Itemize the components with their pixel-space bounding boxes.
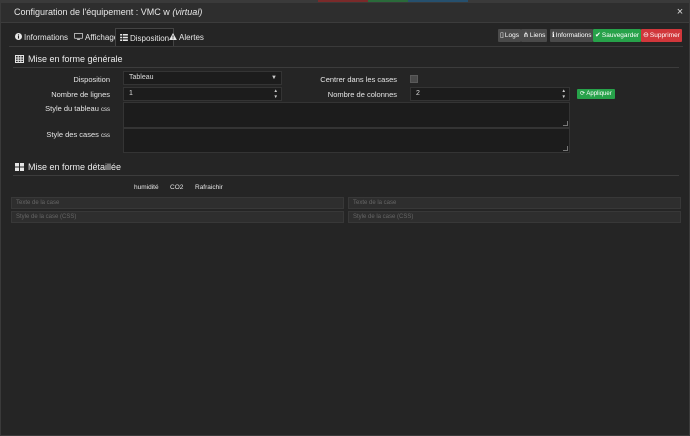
column-header-humidite: humidité bbox=[134, 184, 159, 191]
rows-input[interactable]: 1 ▲ ▼ bbox=[123, 87, 282, 101]
dialog-title: Configuration de l'équipement : VMC w (v… bbox=[14, 7, 203, 17]
close-icon[interactable]: × bbox=[674, 6, 686, 18]
center-cells-checkbox[interactable] bbox=[410, 75, 418, 83]
cols-label: Nombre de colonnes bbox=[327, 90, 397, 99]
check-circle-icon: ✔ bbox=[595, 32, 601, 39]
warning-icon bbox=[169, 28, 177, 47]
table-style-label: Style du tableau css bbox=[45, 104, 110, 113]
center-cells-label: Centrer dans les cases bbox=[320, 75, 397, 84]
file-icon: ▯ bbox=[500, 32, 504, 39]
info-circle-icon bbox=[15, 28, 22, 47]
info-icon: ℹ bbox=[552, 32, 555, 39]
column-header-co2: CO2 bbox=[170, 184, 184, 191]
save-button[interactable]: ✔Sauvegarder bbox=[593, 29, 642, 42]
apply-button[interactable]: ⟳ Appliquer bbox=[577, 89, 615, 99]
informations-button[interactable]: ℹInformations bbox=[550, 29, 594, 42]
tab-alertes[interactable]: Alertes bbox=[165, 28, 208, 47]
table-icon bbox=[15, 54, 24, 63]
cols-input[interactable]: 2 ▲ ▼ bbox=[410, 87, 570, 101]
column-header-rafraichir: Rafraichir bbox=[195, 184, 223, 191]
cell-style-input-2[interactable]: Style de la case (CSS) bbox=[348, 211, 681, 223]
tab-informations[interactable]: Informations bbox=[11, 28, 72, 47]
resize-grip-icon[interactable] bbox=[563, 146, 568, 151]
hierarchy-icon: ⋔ bbox=[523, 32, 529, 39]
equipment-config-dialog: Configuration de l'équipement : VMC w (v… bbox=[0, 2, 690, 436]
tab-bar-divider bbox=[9, 46, 683, 47]
logs-button[interactable]: ▯Logs bbox=[498, 29, 521, 42]
minus-circle-icon: ⊖ bbox=[643, 32, 649, 39]
cell-style-textarea[interactable] bbox=[123, 128, 570, 153]
cell-text-input-1[interactable]: Texte de la case bbox=[11, 197, 344, 209]
section-heading-detailed: Mise en forme détaillée bbox=[15, 161, 121, 173]
refresh-icon: ⟳ bbox=[580, 91, 586, 97]
section-heading-general: Mise en forme générale bbox=[15, 53, 123, 65]
monitor-icon bbox=[74, 28, 83, 47]
cell-style-input-1[interactable]: Style de la case (CSS) bbox=[11, 211, 344, 223]
spinner-arrows-icon[interactable]: ▲ ▼ bbox=[562, 88, 566, 99]
section-divider bbox=[13, 67, 679, 68]
spinner-arrows-icon[interactable]: ▲ ▼ bbox=[274, 88, 278, 99]
disposition-label: Disposition bbox=[73, 75, 110, 84]
resize-grip-icon[interactable] bbox=[563, 121, 568, 126]
grid-icon bbox=[15, 162, 24, 171]
delete-button[interactable]: ⊖Supprimer bbox=[641, 29, 682, 42]
rows-label: Nombre de lignes bbox=[51, 90, 110, 99]
cell-text-input-2[interactable]: Texte de la case bbox=[348, 197, 681, 209]
liens-button[interactable]: ⋔Liens bbox=[521, 29, 548, 42]
section-divider bbox=[13, 175, 679, 176]
dialog-titlebar[interactable]: Configuration de l'équipement : VMC w (v… bbox=[1, 3, 689, 23]
cell-style-label: Style des cases css bbox=[46, 130, 110, 139]
chevron-down-icon: ▼ bbox=[271, 75, 277, 81]
table-style-textarea[interactable] bbox=[123, 102, 570, 128]
disposition-select[interactable]: Tableau ▼ bbox=[123, 71, 282, 85]
